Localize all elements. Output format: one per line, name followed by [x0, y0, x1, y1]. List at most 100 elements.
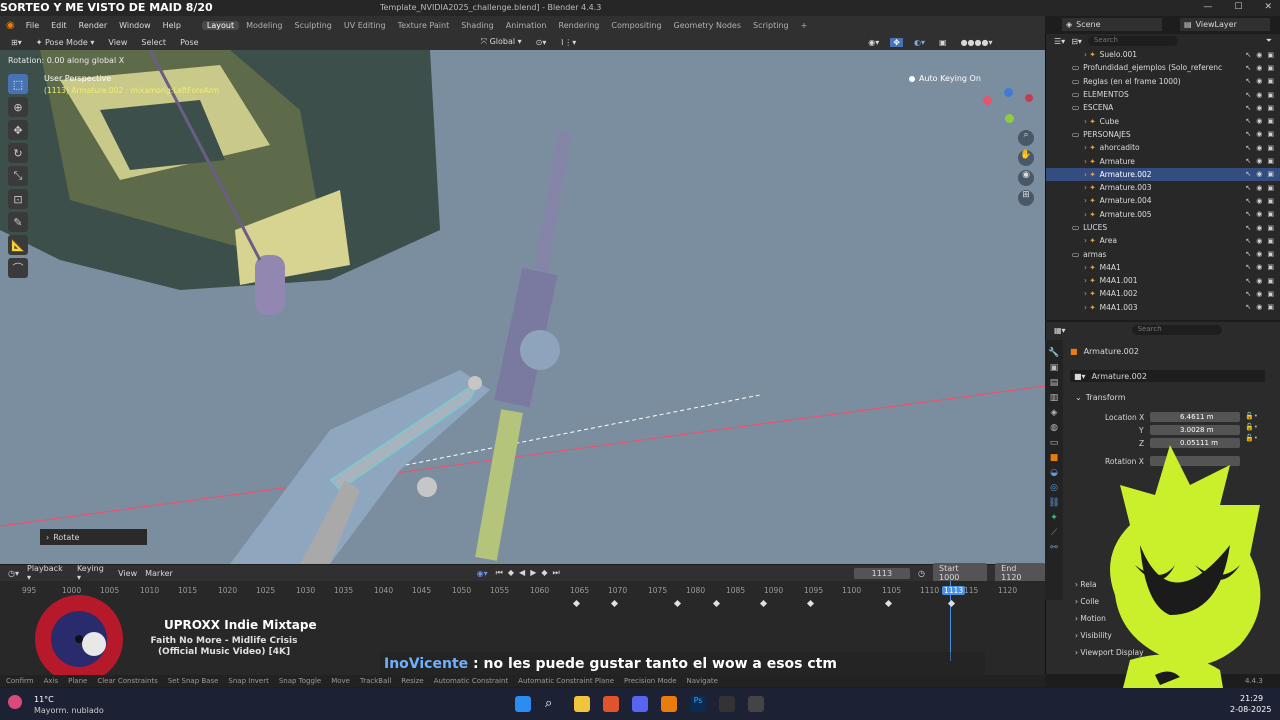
- render-toggle-icon[interactable]: ▣: [1267, 277, 1274, 285]
- eye-icon[interactable]: ◉: [1256, 144, 1262, 152]
- select-toggle-icon[interactable]: ↖: [1245, 197, 1251, 205]
- render-tab-icon[interactable]: ▣: [1050, 363, 1059, 373]
- move-tool-icon[interactable]: ✥: [8, 120, 28, 140]
- gizmo-x-icon[interactable]: [983, 96, 992, 105]
- start-frame-field[interactable]: Start 1000: [933, 563, 988, 583]
- tab-compositing[interactable]: Compositing: [606, 21, 666, 30]
- brave-icon[interactable]: [603, 696, 619, 712]
- outliner-item[interactable]: › ✦ Armature.005 ↖ ◉ ▣: [1046, 208, 1280, 221]
- keyframe-marker[interactable]: [712, 599, 721, 608]
- location-x-field[interactable]: 6.4611 m: [1150, 412, 1240, 422]
- blender-logo-icon[interactable]: ◉: [6, 20, 19, 31]
- pose-relax-tool-icon[interactable]: ⌒: [8, 258, 28, 278]
- render-toggle-icon[interactable]: ▣: [1267, 263, 1274, 271]
- modifier-tab-icon[interactable]: ◒: [1050, 468, 1058, 478]
- eye-icon[interactable]: ◉: [1256, 277, 1262, 285]
- measure-tool-icon[interactable]: 📐: [8, 235, 28, 255]
- select-toggle-icon[interactable]: ↖: [1245, 250, 1251, 258]
- eye-icon[interactable]: ◉: [1256, 237, 1262, 245]
- play-icon[interactable]: ▶: [530, 568, 536, 578]
- photoshop-icon[interactable]: Ps: [690, 696, 706, 712]
- jump-start-icon[interactable]: ⏮: [496, 568, 503, 578]
- close-icon[interactable]: ✕: [1264, 2, 1272, 12]
- rotate-tool-icon[interactable]: ↻: [8, 143, 28, 163]
- menu-file[interactable]: File: [21, 21, 44, 30]
- eye-icon[interactable]: ◉: [1256, 64, 1262, 72]
- orientation-selector[interactable]: ⤧ Global ▾: [478, 37, 525, 47]
- render-toggle-icon[interactable]: ▣: [1267, 224, 1274, 232]
- eye-icon[interactable]: ◉: [1256, 157, 1262, 165]
- physics-tab-icon[interactable]: ◎: [1050, 483, 1058, 493]
- menu-pose[interactable]: Pose: [177, 38, 202, 47]
- eye-icon[interactable]: ◉: [1256, 51, 1262, 59]
- eye-icon[interactable]: ◉: [1256, 77, 1262, 85]
- render-toggle-icon[interactable]: ▣: [1267, 144, 1274, 152]
- lock-y-icon[interactable]: 🔓•: [1245, 423, 1258, 431]
- keyframe-marker[interactable]: [759, 599, 768, 608]
- select-toggle-icon[interactable]: ↖: [1245, 104, 1251, 112]
- app-icon[interactable]: [748, 696, 764, 712]
- cursor-tool-icon[interactable]: ⊕: [8, 97, 28, 117]
- select-toggle-icon[interactable]: ↖: [1245, 224, 1251, 232]
- render-toggle-icon[interactable]: ▣: [1267, 237, 1274, 245]
- datablock-field[interactable]: ■▾ Armature.002: [1070, 370, 1265, 382]
- render-toggle-icon[interactable]: ▣: [1267, 210, 1274, 218]
- select-toggle-icon[interactable]: ↖: [1245, 91, 1251, 99]
- timeline-editor-icon[interactable]: ◷▾: [8, 569, 19, 578]
- select-toggle-icon[interactable]: ↖: [1245, 277, 1251, 285]
- outliner-item[interactable]: › ✦ Armature.003 ↖ ◉ ▣: [1046, 181, 1280, 194]
- outliner-item[interactable]: ▭ Profundidad_ejemplos (Solo_referenc ↖ ◉ ▣: [1046, 61, 1280, 74]
- render-toggle-icon[interactable]: ▣: [1267, 250, 1274, 258]
- scale-tool-icon[interactable]: ⤡: [8, 166, 28, 186]
- select-toggle-icon[interactable]: ↖: [1245, 157, 1251, 165]
- tab-animation[interactable]: Animation: [501, 21, 552, 30]
- bone-tab-icon[interactable]: ⟋: [1051, 528, 1057, 538]
- select-toggle-icon[interactable]: ↖: [1245, 144, 1251, 152]
- weather-icon[interactable]: [8, 695, 22, 709]
- render-toggle-icon[interactable]: ▣: [1267, 184, 1274, 192]
- view-layer-tab-icon[interactable]: ▥: [1050, 393, 1059, 403]
- tab-uv-editing[interactable]: UV Editing: [339, 21, 391, 30]
- tab-scripting[interactable]: Scripting: [748, 21, 794, 30]
- outliner-item[interactable]: › ✦ Armature.002 ↖ ◉ ▣: [1046, 167, 1280, 181]
- keyframe-marker[interactable]: [884, 599, 893, 608]
- eye-icon[interactable]: ◉: [1256, 263, 1262, 271]
- select-toggle-icon[interactable]: ↖: [1245, 290, 1251, 298]
- outliner-item[interactable]: ▭ ELEMENTOS ↖ ◉ ▣: [1046, 88, 1280, 101]
- eye-icon[interactable]: ◉: [1256, 197, 1262, 205]
- xray-icon[interactable]: ▣: [936, 38, 950, 47]
- render-toggle-icon[interactable]: ▣: [1267, 303, 1274, 311]
- outliner-item[interactable]: ▭ Reglas (en el frame 1000) ↖ ◉ ▣: [1046, 75, 1280, 88]
- maximize-icon[interactable]: ☐: [1234, 2, 1242, 12]
- select-toggle-icon[interactable]: ↖: [1245, 210, 1251, 218]
- lock-z-icon[interactable]: 🔓•: [1245, 434, 1258, 442]
- outliner-item[interactable]: › ✦ Armature.004 ↖ ◉ ▣: [1046, 194, 1280, 207]
- gizmo-negx-icon[interactable]: [1025, 94, 1033, 102]
- output-tab-icon[interactable]: ▤: [1050, 378, 1059, 388]
- auto-key-record-icon[interactable]: ◉▾: [477, 569, 488, 578]
- zoom-icon[interactable]: ⌕: [1018, 130, 1034, 146]
- menu-edit[interactable]: Edit: [46, 21, 72, 30]
- render-toggle-icon[interactable]: ▣: [1267, 157, 1274, 165]
- eye-icon[interactable]: ◉: [1256, 170, 1262, 178]
- search-icon[interactable]: ⌕: [545, 696, 561, 712]
- scene-selector[interactable]: ◈ Scene: [1062, 18, 1162, 31]
- render-toggle-icon[interactable]: ▣: [1267, 290, 1274, 298]
- overlay-icon[interactable]: ◐▾: [911, 38, 928, 47]
- prev-key-icon[interactable]: ◆: [508, 568, 514, 578]
- constraint-tab-icon[interactable]: ⛓: [1048, 498, 1059, 508]
- outliner-item[interactable]: › ✦ M4A1.002 ↖ ◉ ▣: [1046, 287, 1280, 300]
- select-toggle-icon[interactable]: ↖: [1245, 64, 1251, 72]
- render-toggle-icon[interactable]: ▣: [1267, 130, 1274, 138]
- gizmo-y-icon[interactable]: [1005, 114, 1014, 123]
- outliner-item[interactable]: › ✦ M4A1.001 ↖ ◉ ▣: [1046, 274, 1280, 287]
- editor-type-icon[interactable]: ⊞▾: [8, 38, 25, 47]
- tab-shading[interactable]: Shading: [456, 21, 499, 30]
- select-toggle-icon[interactable]: ↖: [1245, 263, 1251, 271]
- menu-select[interactable]: Select: [138, 38, 169, 47]
- properties-search[interactable]: Search: [1131, 325, 1222, 335]
- play-reverse-icon[interactable]: ◀: [519, 568, 525, 578]
- select-toggle-icon[interactable]: ↖: [1245, 51, 1251, 59]
- minimize-icon[interactable]: —: [1203, 2, 1212, 12]
- menu-render[interactable]: Render: [74, 21, 112, 30]
